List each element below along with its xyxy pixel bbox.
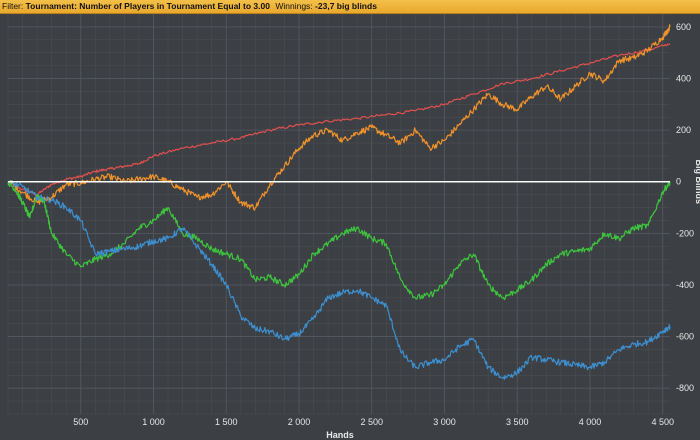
x-axis-title: Hands bbox=[326, 430, 354, 440]
y-tick-label: -400 bbox=[676, 280, 694, 290]
filter-bar: Filter: Tournament: Number of Players in… bbox=[0, 0, 700, 14]
plot-area bbox=[8, 14, 670, 414]
x-tick-label: 1 000 bbox=[142, 417, 165, 427]
y-tick-label: -200 bbox=[676, 228, 694, 238]
x-tick-label: 3 500 bbox=[506, 417, 529, 427]
y-tick-label: -600 bbox=[676, 332, 694, 342]
y-tick-label: 400 bbox=[676, 74, 691, 84]
y-tick-label: 600 bbox=[676, 22, 691, 32]
x-tick-label: 4 500 bbox=[651, 417, 674, 427]
filter-label: Filter: bbox=[2, 1, 24, 11]
y-tick-label: 0 bbox=[676, 177, 681, 187]
winnings-label: Winnings: bbox=[275, 1, 313, 11]
x-tick-label: 3 000 bbox=[433, 417, 456, 427]
filter-value: Tournament: Number of Players in Tournam… bbox=[25, 1, 270, 11]
x-tick-label: 2 500 bbox=[360, 417, 383, 427]
y-axis-title: Big Blinds bbox=[694, 159, 700, 204]
x-tick-label: 2 000 bbox=[288, 417, 311, 427]
y-tick-label: 200 bbox=[676, 125, 691, 135]
x-tick-label: 500 bbox=[73, 417, 88, 427]
y-tick-label: -800 bbox=[676, 383, 694, 393]
winnings-value: -23,7 big blinds bbox=[315, 1, 377, 11]
x-tick-label: 4 000 bbox=[579, 417, 602, 427]
x-tick-label: 1 500 bbox=[215, 417, 238, 427]
bankroll-chart: 500 1 000 1 500 2 000 2 500 3 000 3 500 4 000 4 … bbox=[7, 14, 700, 440]
